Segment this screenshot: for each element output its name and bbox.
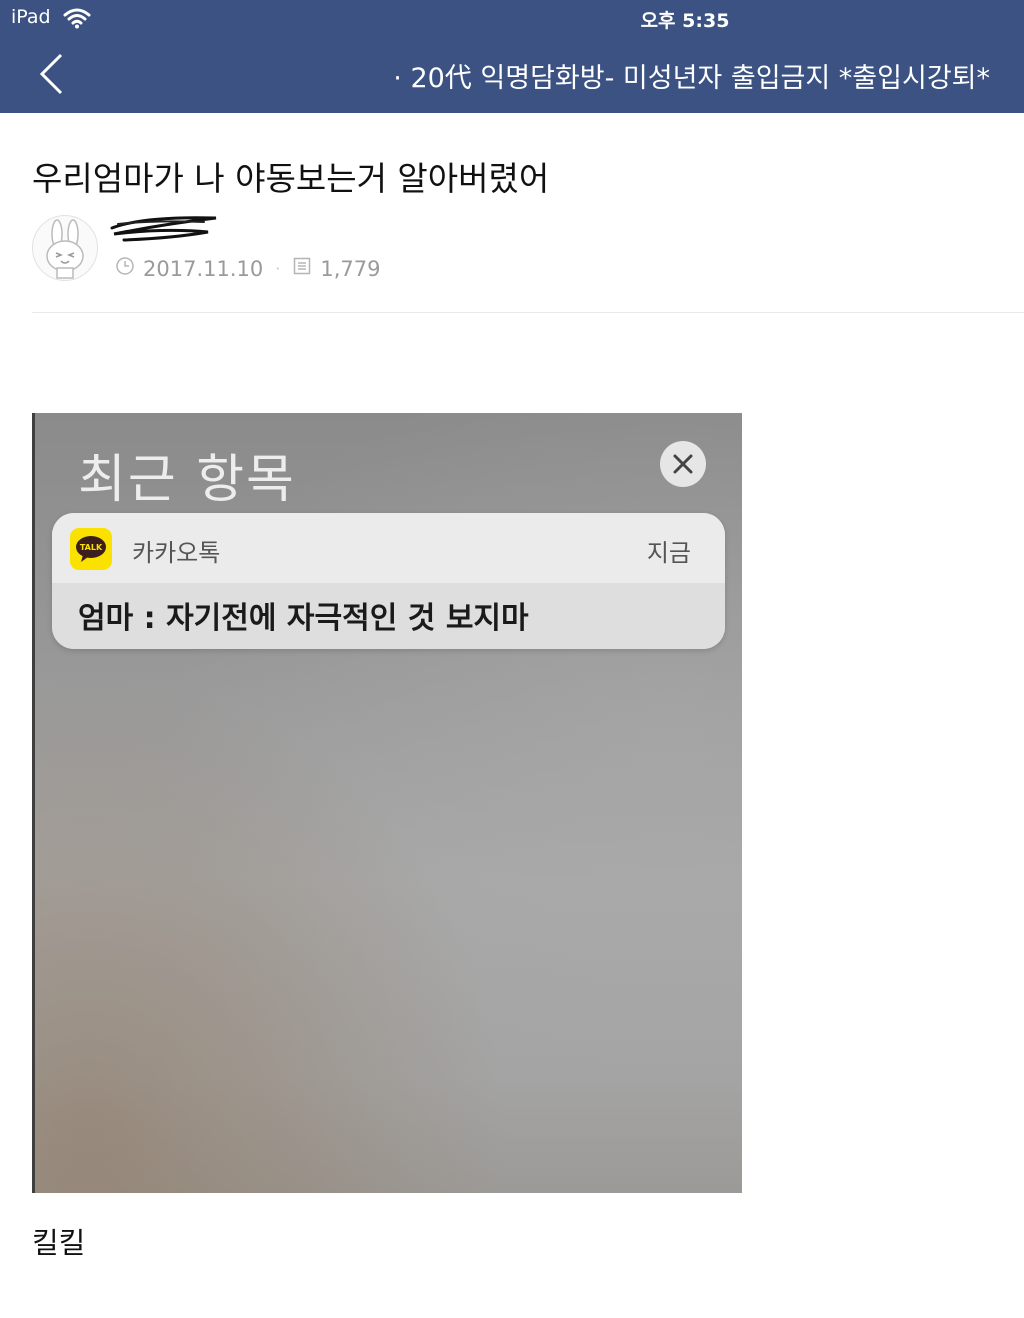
post-title: 우리엄마가 나 야동보는거 알아버렸어 — [32, 159, 550, 198]
clock-icon — [115, 256, 135, 281]
avatar[interactable] — [32, 215, 98, 281]
top-bar: iPad 오후 5:35 · 20代 익명담화방- 미성년자 출입금지 *출입시… — [0, 0, 1024, 113]
meta-separator: · — [275, 259, 281, 278]
view-count: 1,779 — [320, 256, 381, 281]
close-button — [660, 441, 706, 487]
board-title[interactable]: · 20代 익명담화방- 미성년자 출입금지 *출입시강퇴* — [393, 56, 990, 95]
author-name-redacted — [104, 210, 224, 250]
kakaotalk-icon: TALK — [70, 528, 112, 570]
image-border — [32, 413, 35, 1193]
post-body-text: 킬킬 — [32, 1226, 86, 1260]
back-button[interactable] — [33, 50, 73, 98]
status-time: 오후 5:35 — [640, 10, 730, 32]
notification-message: 엄마 : 자기전에 자극적인 것 보지마 — [78, 601, 529, 636]
post-image: 최근 항목 TALK 카카오톡 지금 엄마 : 자기전에 자극적인 것 보지마 — [32, 413, 742, 1193]
view-count-icon — [292, 256, 312, 281]
back-icon — [39, 53, 63, 95]
bunny-avatar-icon — [46, 219, 84, 279]
kakaotalk-icon-label: TALK — [80, 543, 103, 552]
post-date: 2017.11.10 — [143, 256, 264, 281]
notification-time: 지금 — [646, 539, 691, 567]
notification-card: TALK 카카오톡 지금 엄마 : 자기전에 자극적인 것 보지마 — [52, 513, 725, 649]
notification-app-name: 카카오톡 — [132, 539, 221, 567]
close-icon — [673, 454, 693, 474]
recent-items-heading: 최근 항목 — [78, 450, 296, 510]
post-meta: 2017.11.10 · 1,779 — [115, 256, 380, 281]
divider — [32, 312, 1024, 313]
